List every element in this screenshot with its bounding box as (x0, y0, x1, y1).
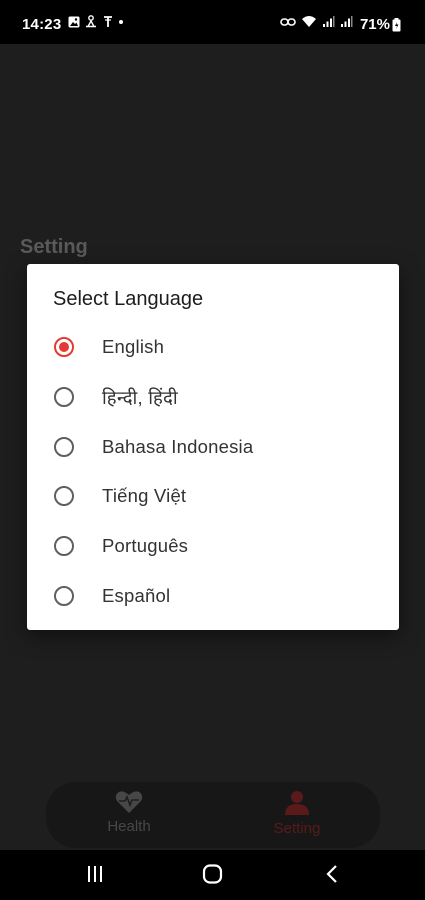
language-label: English (102, 336, 165, 357)
heart-icon (115, 791, 143, 813)
battery-icon (392, 17, 401, 31)
radio-button[interactable] (54, 586, 74, 606)
back-icon[interactable] (324, 864, 340, 884)
language-option-spanish[interactable]: Español (27, 573, 399, 619)
status-time: 14:23 (22, 16, 62, 33)
radio-button[interactable] (54, 387, 74, 407)
language-option-portuguese[interactable]: Português (27, 523, 399, 569)
wifi-icon (302, 16, 316, 27)
notification-dot (119, 19, 123, 24)
nav-label-health: Health (107, 818, 151, 835)
language-label: हिन्दी, हिंदी (102, 386, 178, 408)
battery-percent: 71% (359, 16, 390, 33)
status-bar: 14:23 71% (0, 0, 425, 44)
language-label: Tiếng Việt (102, 485, 187, 506)
accessibility-icon (86, 15, 96, 28)
nav-label-setting: Setting (273, 820, 321, 837)
link-icon (280, 17, 296, 26)
nav-item-setting[interactable]: Setting (237, 788, 357, 844)
bottom-navigation: Health Setting (46, 782, 380, 848)
language-label: Español (102, 585, 171, 606)
radio-button[interactable] (54, 437, 74, 457)
cell-signal-icon (323, 16, 335, 27)
recents-icon[interactable] (86, 864, 104, 884)
dialog-title: Select Language (53, 288, 204, 310)
radio-button-selected[interactable] (54, 337, 74, 357)
nav-item-health[interactable]: Health (69, 788, 189, 844)
image-icon (68, 16, 80, 27)
status-icons-right (280, 15, 353, 28)
radio-button[interactable] (54, 536, 74, 556)
person-icon (285, 791, 309, 815)
language-label: Português (102, 535, 189, 556)
language-label: Bahasa Indonesia (102, 436, 254, 457)
battery-indicator: 71% (360, 16, 401, 33)
language-option-hindi[interactable]: हिन्दी, हिंदी (27, 374, 399, 420)
language-dialog: Select Language English हिन्दी, हिंदी Ba… (27, 264, 399, 630)
language-option-indonesian[interactable]: Bahasa Indonesia (27, 424, 399, 470)
page-title: Setting (20, 236, 88, 258)
language-option-vietnamese[interactable]: Tiếng Việt (27, 473, 399, 519)
language-option-english[interactable]: English (27, 324, 399, 370)
signal-antenna-icon (104, 16, 112, 27)
radio-button[interactable] (54, 486, 74, 506)
home-icon[interactable] (202, 864, 224, 884)
status-icons-left (68, 15, 123, 28)
system-navigation-bar (0, 850, 425, 900)
cell-signal-icon-2 (341, 16, 353, 27)
